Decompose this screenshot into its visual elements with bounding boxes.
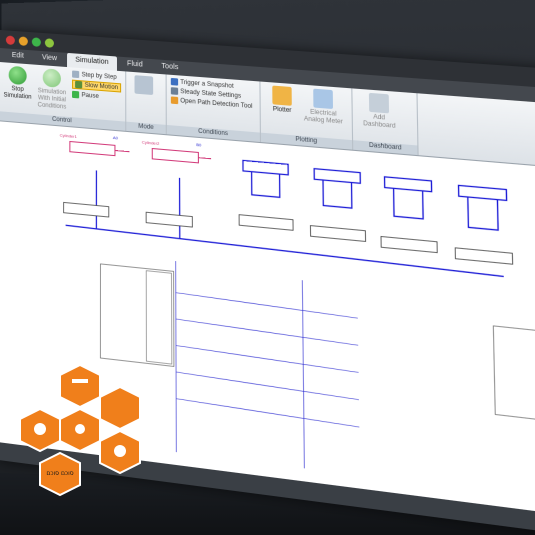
io-table-left	[100, 264, 173, 367]
check-icon	[42, 68, 62, 88]
mode-button[interactable]	[130, 75, 157, 98]
analog-meter-button[interactable]: Electrical Analog Meter	[303, 88, 343, 127]
mode-group: Mode	[126, 71, 167, 135]
path-icon	[170, 96, 179, 105]
dashboard-icon	[368, 92, 390, 114]
conditions-buttons: Trigger a Snapshot Steady State Settings…	[170, 77, 253, 110]
pneumatic-lines	[66, 145, 509, 277]
with-conditions-label: Simulation With Initial Conditions	[37, 88, 67, 111]
control-group: Stop Simulation Simulation With Initial …	[0, 62, 127, 131]
meter-label: Electrical Analog Meter	[303, 109, 343, 126]
cylinder-2-label: Cylinder2	[142, 139, 160, 146]
quick-access-icon[interactable]	[18, 35, 28, 46]
pause-label: Pause	[81, 92, 99, 100]
run-icon[interactable]	[31, 36, 41, 47]
cylinder-2-b0: B0	[196, 142, 202, 148]
user-icon	[75, 424, 85, 434]
eye-icon	[34, 423, 46, 435]
dashboard-group: Add Dashboard Dashboard	[352, 88, 419, 156]
plotting-group: Plotter Electrical Analog Meter Plotting	[260, 81, 354, 150]
app-menu-icon[interactable]	[5, 34, 15, 45]
stop-label: Stop Simulation	[3, 86, 32, 101]
settings-icon	[170, 87, 179, 95]
add-dashboard-button[interactable]: Add Dashboard	[357, 92, 402, 131]
stop-icon	[8, 65, 27, 86]
camera-icon	[170, 77, 179, 86]
pause-icon	[72, 90, 80, 99]
step-icon	[72, 70, 80, 79]
ladder-logic	[176, 261, 360, 475]
meter-icon	[313, 88, 334, 110]
stop-simulation-button[interactable]: Stop Simulation	[4, 65, 32, 101]
badge-text: סוכם סוכם	[46, 470, 73, 477]
hex-toolbar	[59, 365, 101, 409]
simulation-with-conditions-button[interactable]: Simulation With Initial Conditions	[36, 68, 69, 112]
slow-motion-label: Slow Motion	[84, 82, 119, 91]
honeycomb-logo: סוכם סוכם	[19, 365, 141, 497]
step-by-step-label: Step by Step	[81, 71, 117, 81]
plotter-button[interactable]: Plotter	[265, 85, 300, 116]
record-icon[interactable]	[44, 37, 54, 48]
slow-motion-icon	[75, 80, 83, 89]
hex-tools	[99, 385, 141, 431]
pause-button[interactable]: Pause	[72, 90, 121, 102]
cylinder-1-label: Cylinder1	[60, 132, 78, 139]
io-table-right	[493, 326, 535, 422]
cylinder-1: Cylinder1 A0	[60, 132, 130, 156]
plotter-label: Plotter	[272, 106, 292, 115]
mode-icon	[134, 75, 154, 96]
toolbar-icon	[72, 379, 88, 383]
cylinder-2: Cylinder2 B0	[142, 139, 211, 164]
control-small-buttons: Step by Step Slow Motion Pause	[72, 70, 122, 102]
gear-icon	[114, 445, 126, 457]
add-dashboard-label: Add Dashboard	[363, 114, 396, 130]
plotter-icon	[272, 85, 292, 106]
conditions-group: Trigger a Snapshot Steady State Settings…	[166, 74, 261, 143]
valves	[64, 198, 513, 264]
cylinder-1-a0: A0	[113, 135, 119, 141]
